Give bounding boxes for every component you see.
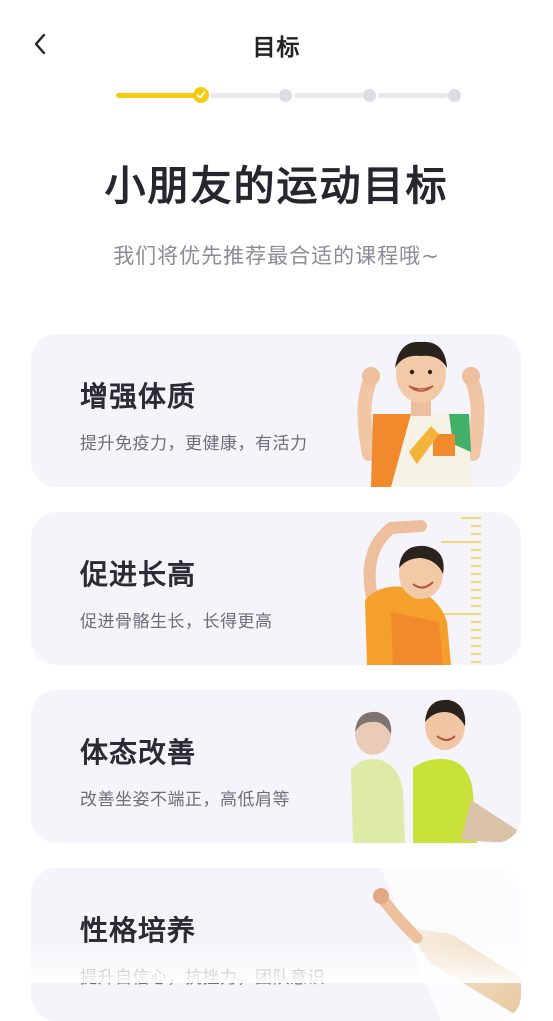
progress-segment: [210, 93, 280, 98]
check-icon: [196, 91, 206, 99]
progress-segment-done: [116, 93, 196, 98]
progress-step: [363, 89, 376, 102]
boy-flexing-arms-image: [357, 341, 485, 487]
page-title: 目标: [252, 35, 301, 61]
goal-desc: 促进骨骼生长，长得更高: [80, 612, 273, 632]
goal-title: 促进长高: [80, 558, 197, 591]
progress-segment: [378, 93, 448, 98]
goal-title: 性格培养: [80, 914, 197, 947]
main-heading: 小朋友的运动目标: [104, 162, 449, 210]
boy-measuring-height-image: [363, 517, 481, 665]
header: 目标: [0, 0, 553, 88]
goal-desc: 提升自信心，抗挫力，团队意识: [80, 968, 325, 988]
goal-card-strength[interactable]: 增强体质 提升免疫力，更健康，有活力: [31, 334, 521, 487]
child-raising-arm-image: [373, 868, 521, 1021]
goal-desc: 提升免疫力，更健康，有活力: [80, 434, 308, 454]
boys-sitting-posture-image: [351, 699, 517, 843]
goal-title: 增强体质: [80, 380, 197, 413]
goal-card-height[interactable]: 促进长高 促进骨骼生长，长得更高: [31, 512, 521, 665]
goal-card-posture[interactable]: 体态改善 改善坐姿不端正，高低肩等: [31, 690, 521, 843]
progress-step-done: [193, 87, 209, 103]
goal-desc: 改善坐姿不端正，高低肩等: [80, 790, 290, 810]
goal-card-character[interactable]: 性格培养 提升自信心，抗挫力，团队意识: [31, 868, 521, 1021]
progress-segment: [294, 93, 364, 98]
step-progress: [116, 86, 464, 104]
main-subheading: 我们将优先推荐最合适的课程哦~: [113, 244, 440, 268]
goal-title: 体态改善: [80, 736, 197, 769]
progress-step: [448, 89, 461, 102]
progress-step: [279, 89, 292, 102]
